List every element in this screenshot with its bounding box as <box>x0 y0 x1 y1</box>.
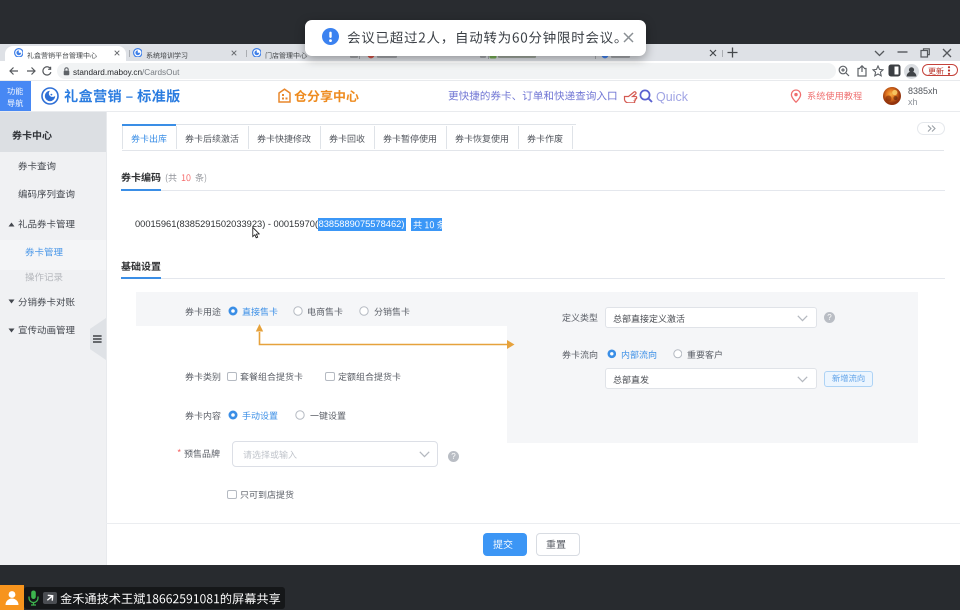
svg-text:?: ? <box>827 313 832 322</box>
svg-text:?: ? <box>451 452 456 461</box>
